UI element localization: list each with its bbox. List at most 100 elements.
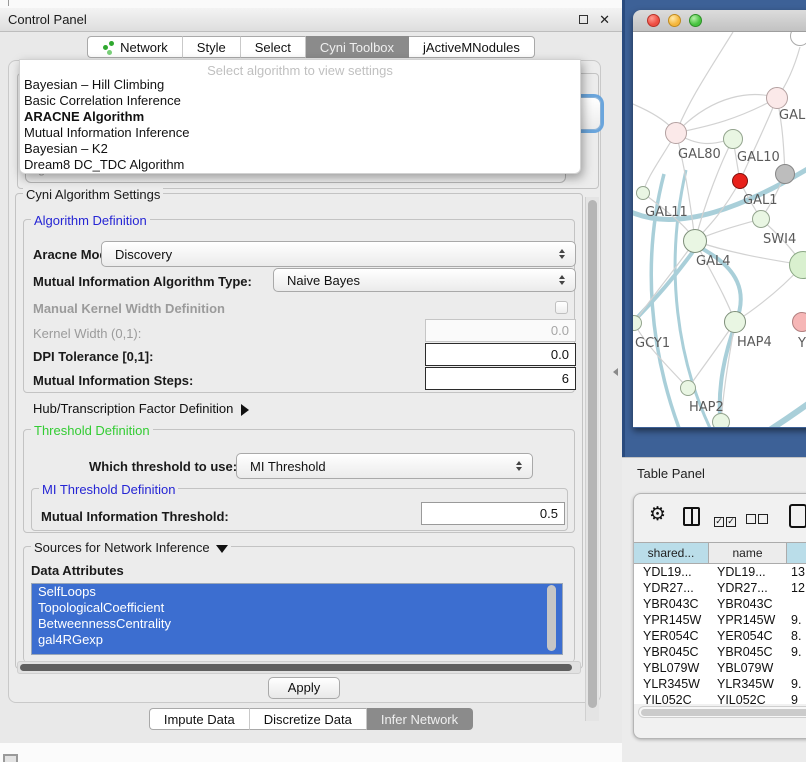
dropdown-item-bayesian-k2[interactable]: Bayesian – K2 (20, 141, 580, 157)
table-horizontal-scrollbar[interactable] (638, 706, 806, 718)
node-pink-2[interactable] (766, 87, 788, 109)
tab-label: Infer Network (381, 712, 458, 727)
table-row[interactable]: YBR043CYBR043C (634, 596, 806, 612)
table-row[interactable]: YER054CYER054C8. (634, 628, 806, 644)
manual-kernel-checkbox[interactable] (555, 301, 568, 314)
node-hap4[interactable] (724, 311, 746, 333)
list-scrollbar[interactable] (547, 585, 556, 651)
node-green-top[interactable] (723, 129, 743, 149)
list-item-betweennesscentrality[interactable]: BetweennessCentrality (32, 616, 562, 632)
network-edge[interactable] (676, 98, 777, 133)
list-item-selfloops[interactable]: SelfLoops (32, 584, 562, 600)
mi-type-value: Naive Bayes (274, 273, 553, 288)
node-gal11[interactable] (636, 186, 650, 200)
list-item-topologicalcoefficient[interactable]: TopologicalCoefficient (32, 600, 562, 616)
tab-select[interactable]: Select (241, 36, 306, 58)
desktop-background: GAL80GAL10GALGAL1GAL11GAL4SWI4GCY1HAP4YH… (622, 0, 806, 457)
table-row[interactable]: YIL052CYIL052C9 (634, 692, 806, 704)
table-cell: YBL079W (709, 660, 787, 676)
node-pink-1[interactable] (665, 122, 687, 144)
deselect-all-checks-icon[interactable] (746, 511, 770, 529)
table-row[interactable]: YPR145WYPR145W9. (634, 612, 806, 628)
mi-type-combo[interactable]: Naive Bayes (273, 268, 576, 292)
dropdown-item-basic-correlation-inference[interactable]: Basic Correlation Inference (20, 93, 580, 109)
node-green-bottom[interactable] (712, 413, 730, 427)
algorithm-dropdown-list: Select algorithm to view settings Bayesi… (19, 59, 581, 174)
node-hap2[interactable] (680, 380, 696, 396)
network-edge-thick[interactable] (751, 382, 806, 427)
dropdown-item-mutual-information-inference[interactable]: Mutual Information Inference (20, 125, 580, 141)
node-gray[interactable] (775, 164, 795, 184)
dropdown-item-bayesian-hill-climbing[interactable]: Bayesian – Hill Climbing (20, 77, 580, 93)
sources-group-label[interactable]: Sources for Network Inference (31, 540, 231, 555)
tab-jactivemnodules[interactable]: jActiveMNodules (409, 36, 535, 58)
minimize-traffic-light-icon[interactable] (668, 14, 681, 27)
close-icon[interactable]: ✕ (599, 12, 610, 28)
table-cell: YBR043C (709, 596, 787, 612)
kernel-width-input[interactable]: 0.0 (425, 319, 576, 342)
scrollbar-thumb[interactable] (588, 200, 597, 708)
network-window-titlebar[interactable] (633, 10, 806, 32)
table-cell: YIL052C (634, 692, 709, 704)
table-row[interactable]: YDR27...YDR27...12 (634, 580, 806, 596)
tab-impute-data[interactable]: Impute Data (149, 708, 250, 730)
aracne-mode-value: Discovery (102, 247, 553, 262)
aracne-mode-combo[interactable]: Discovery (101, 241, 576, 267)
network-window: GAL80GAL10GALGAL1GAL11GAL4SWI4GCY1HAP4YH… (633, 10, 806, 428)
data-attributes-list[interactable]: SelfLoopsTopologicalCoefficientBetweenne… (31, 583, 563, 655)
mi-threshold-definition-label: MI Threshold Definition (39, 482, 178, 497)
gear-icon[interactable]: ⚙ (649, 503, 666, 525)
dropdown-item-dream8-dc-tdc-algorithm[interactable]: Dream8 DC_TDC Algorithm (20, 157, 580, 173)
network-edge-thick[interactable] (633, 246, 697, 328)
network-edge[interactable] (634, 241, 695, 323)
tab-cyni-toolbox[interactable]: Cyni Toolbox (306, 36, 409, 58)
table-cell: YDR27... (634, 580, 709, 596)
close-traffic-light-icon[interactable] (647, 14, 660, 27)
combo-arrows-icon (553, 275, 571, 285)
data-attributes-label: Data Attributes (31, 563, 124, 578)
mi-steps-input[interactable]: 6 (425, 367, 576, 390)
settings-vertical-scrollbar[interactable] (585, 197, 599, 721)
tab-network[interactable]: Network (87, 36, 183, 58)
dropdown-item-aracne-algorithm[interactable]: ARACNE Algorithm (20, 109, 580, 125)
select-all-checks-icon[interactable]: ✓✓ (714, 511, 738, 529)
node-gal4[interactable] (683, 229, 707, 253)
column-header-name[interactable]: name (709, 543, 787, 563)
network-edge[interactable] (676, 32, 733, 133)
mi-threshold-input[interactable]: 0.5 (421, 502, 565, 525)
network-canvas[interactable]: GAL80GAL10GALGAL1GAL11GAL4SWI4GCY1HAP4YH… (633, 32, 806, 427)
combo-arrows-icon (510, 461, 528, 471)
zoom-traffic-light-icon[interactable] (689, 14, 702, 27)
which-threshold-combo[interactable]: MI Threshold (236, 453, 533, 479)
manual-kernel-label: Manual Kernel Width Definition (33, 301, 225, 316)
tab-style[interactable]: Style (183, 36, 241, 58)
apply-button[interactable]: Apply (268, 677, 340, 699)
table-row[interactable]: YDL19...YDL19...13 (634, 564, 806, 580)
dpi-tolerance-input[interactable]: 0.0 (425, 343, 576, 366)
column-header-2[interactable] (787, 543, 806, 563)
node-label-gcy1: GCY1 (635, 336, 670, 351)
table-row[interactable]: YBR045CYBR045C9. (634, 644, 806, 660)
tab-infer-network[interactable]: Infer Network (367, 708, 473, 730)
columns-icon[interactable] (683, 507, 700, 526)
table-cell: 12 (787, 580, 806, 596)
float-icon[interactable] (579, 15, 588, 24)
splitter-collapse-icon[interactable] (613, 368, 618, 376)
column-header-shared[interactable]: shared... (634, 543, 709, 563)
scrollbar-thumb[interactable] (641, 709, 806, 716)
table-row[interactable]: YBL079WYBL079W (634, 660, 806, 676)
network-edge[interactable] (740, 98, 777, 181)
table-cell: 9. (787, 676, 806, 692)
settings-horizontal-scrollbar[interactable] (17, 661, 581, 674)
node-pink-3[interactable] (792, 312, 806, 332)
table-cell: YPR145W (709, 612, 787, 628)
node-gal1[interactable] (752, 210, 770, 228)
document-icon[interactable] (789, 504, 806, 528)
table-row[interactable]: YLR345WYLR345W9. (634, 676, 806, 692)
tab-discretize-data[interactable]: Discretize Data (250, 708, 367, 730)
hub-definition-toggle[interactable]: Hub/Transcription Factor Definition (33, 401, 249, 416)
corner-handle-icon[interactable] (3, 754, 18, 762)
list-item-gal4rgexp[interactable]: gal4RGexp (32, 632, 562, 648)
scrollbar-thumb[interactable] (20, 664, 572, 671)
node-red[interactable] (732, 173, 748, 189)
